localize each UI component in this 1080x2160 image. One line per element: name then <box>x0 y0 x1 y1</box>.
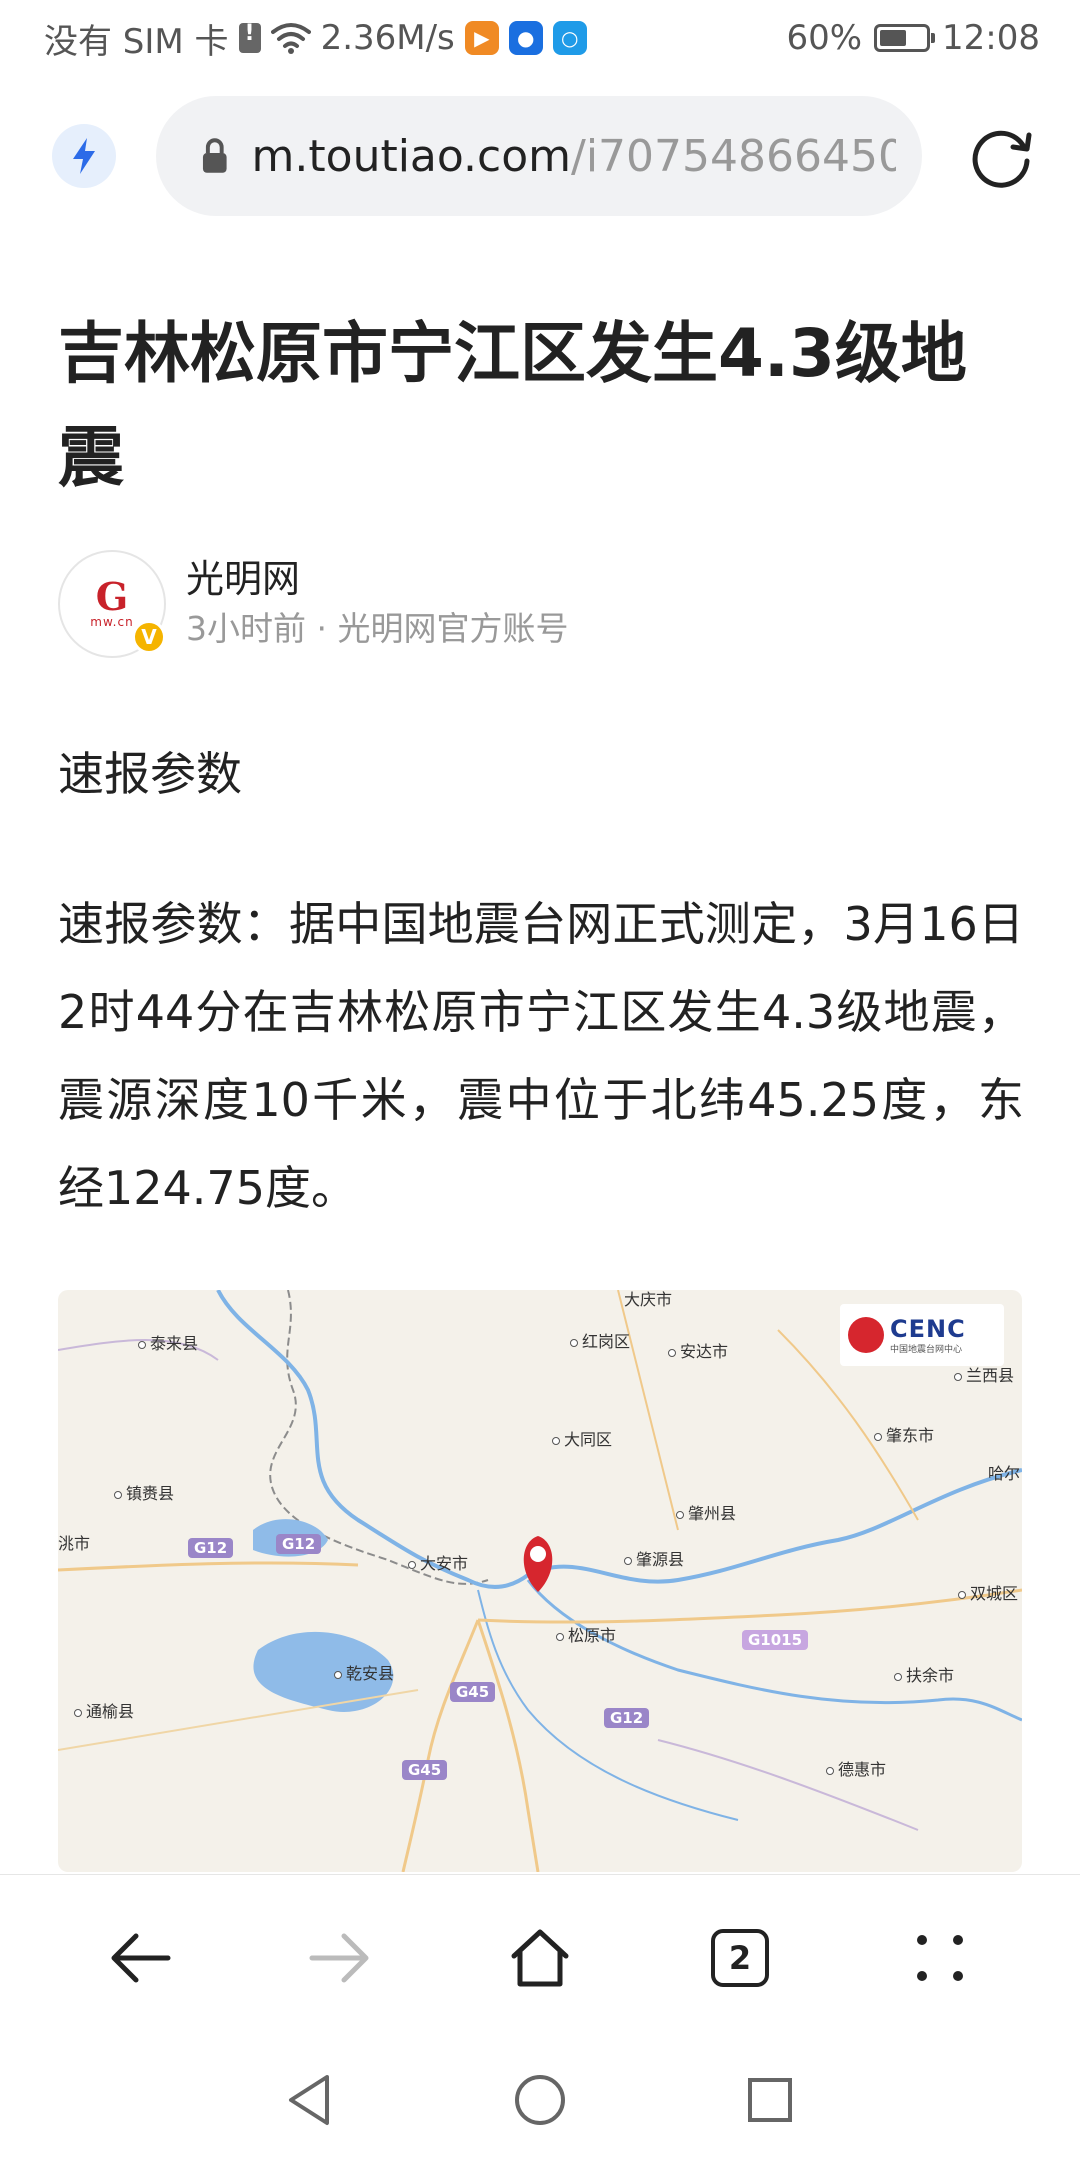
grid-dots-icon <box>917 1934 963 1981</box>
home-button[interactable] <box>490 1908 590 2008</box>
article-title: 吉林松原市宁江区发生4.3级地震 <box>58 315 967 496</box>
map-label-anda: 安达市 <box>668 1338 728 1362</box>
reload-icon <box>972 130 1032 188</box>
map-label-zhaoyuan: 肇源县 <box>624 1546 684 1570</box>
url-path: /i70754866450 <box>571 130 896 182</box>
tab-count-badge: 2 <box>711 1928 769 1987</box>
url-field[interactable]: m.toutiao.com/i70754866450 <box>156 96 922 216</box>
road-shield-g12-south: G12 <box>604 1708 650 1728</box>
section-heading: 速报参数 <box>58 747 242 801</box>
system-home-button[interactable] <box>500 2060 580 2140</box>
epicenter-map[interactable]: 大庆市 泰来县 红岗区 安达市 兰西县 大同区 肇东市 镇赉县 肇州县 哈尔 洮… <box>58 1290 1022 1872</box>
tabs-button[interactable]: 2 <box>690 1908 790 2008</box>
browser-toolbar: 2 <box>0 1874 1080 2040</box>
author-meta: 3小时前 · 光明网官方账号 <box>186 609 569 648</box>
cenc-logo: CENC 中国地震台网中心 <box>840 1304 1004 1366</box>
home-icon <box>511 1929 569 1986</box>
square-recents-icon <box>748 2078 792 2122</box>
map-label-shuangcheng: 双城区 <box>958 1580 1018 1604</box>
sim-alert-icon <box>238 21 261 53</box>
map-label-daqing: 大庆市 <box>624 1290 673 1309</box>
triangle-back-icon <box>289 2075 329 2125</box>
bulb-app-icon: ● <box>508 21 543 55</box>
avatar-logo-mark: G <box>95 574 129 619</box>
map-label-fuyu: 扶余市 <box>894 1662 954 1686</box>
lightning-icon <box>73 138 95 174</box>
map-label-datong: 大同区 <box>552 1426 612 1450</box>
lock-icon <box>202 138 227 173</box>
url-host: m.toutiao.com <box>251 130 571 182</box>
verified-badge: V <box>132 620 166 654</box>
author-name[interactable]: 光明网 <box>186 554 568 604</box>
video-app-icon: ▶ <box>464 21 499 55</box>
lightning-mode-button[interactable] <box>52 124 116 188</box>
address-bar-row: m.toutiao.com/i70754866450 <box>0 96 1080 216</box>
article-body: 速报参数：据中国地震台网正式测定，3月16日2时44分在吉林松原市宁江区发生4.… <box>58 897 1024 1215</box>
status-bar: 没有 SIM 卡 2.36M/s ▶ ● ○ 60% 12:08 <box>0 0 1080 76</box>
cenc-logo-text: CENC <box>890 1314 966 1343</box>
battery-icon <box>874 24 936 52</box>
battery-percent: 60% <box>786 18 863 58</box>
back-button[interactable] <box>90 1908 190 2008</box>
map-label-qianan: 乾安县 <box>334 1660 394 1684</box>
system-nav-bar <box>0 2040 1080 2160</box>
map-label-haerbin: 哈尔 <box>988 1464 1021 1483</box>
wifi-icon <box>270 23 311 54</box>
map-label-tongyu: 通榆县 <box>74 1698 134 1722</box>
map-label-songyuan: 松原市 <box>556 1622 616 1646</box>
clock: 12:08 <box>942 18 1040 58</box>
road-shield-g12-mid: G12 <box>276 1534 322 1554</box>
map-label-dehui: 德惠市 <box>826 1756 886 1780</box>
author-row[interactable]: G mw.cn V 光明网 3小时前 · 光明网官方账号 <box>58 548 1018 660</box>
map-label-taonan: 洮市 <box>58 1534 91 1553</box>
road-shield-g12-west: G12 <box>188 1538 234 1558</box>
carrier-text: 没有 SIM 卡 <box>44 21 229 62</box>
circle-home-icon <box>515 2075 565 2125</box>
system-recents-button[interactable] <box>730 2060 810 2140</box>
road-shield-g45-north: G45 <box>450 1682 496 1702</box>
map-label-daan: 大安市 <box>408 1550 468 1574</box>
cenc-logo-subtext: 中国地震台网中心 <box>890 1344 963 1355</box>
author-avatar[interactable]: G mw.cn V <box>58 550 166 658</box>
arrow-left-icon <box>111 1933 171 1982</box>
cenc-mark-icon <box>848 1317 884 1353</box>
map-canvas <box>58 1290 1022 1872</box>
map-label-zhaodong: 肇东市 <box>874 1422 934 1446</box>
road-shield-g45-south: G45 <box>402 1760 448 1780</box>
avatar-logo-sub: mw.cn <box>90 615 134 629</box>
net-speed-text: 2.36M/s <box>320 18 455 58</box>
menu-button[interactable] <box>890 1908 990 2008</box>
url-text: m.toutiao.com/i70754866450 <box>252 131 896 182</box>
reload-button[interactable] <box>964 118 1040 194</box>
map-label-zhenlai: 镇赉县 <box>114 1480 174 1504</box>
arrow-right-icon <box>309 1933 369 1982</box>
forward-button[interactable] <box>290 1908 390 2008</box>
map-label-tailai: 泰来县 <box>138 1330 198 1354</box>
search-app-icon: ○ <box>552 21 587 55</box>
map-label-zhaozhou: 肇州县 <box>676 1500 736 1524</box>
system-back-button[interactable] <box>270 2060 350 2140</box>
road-shield-g1015: G1015 <box>742 1630 809 1650</box>
map-label-honggang: 红岗区 <box>570 1328 630 1352</box>
